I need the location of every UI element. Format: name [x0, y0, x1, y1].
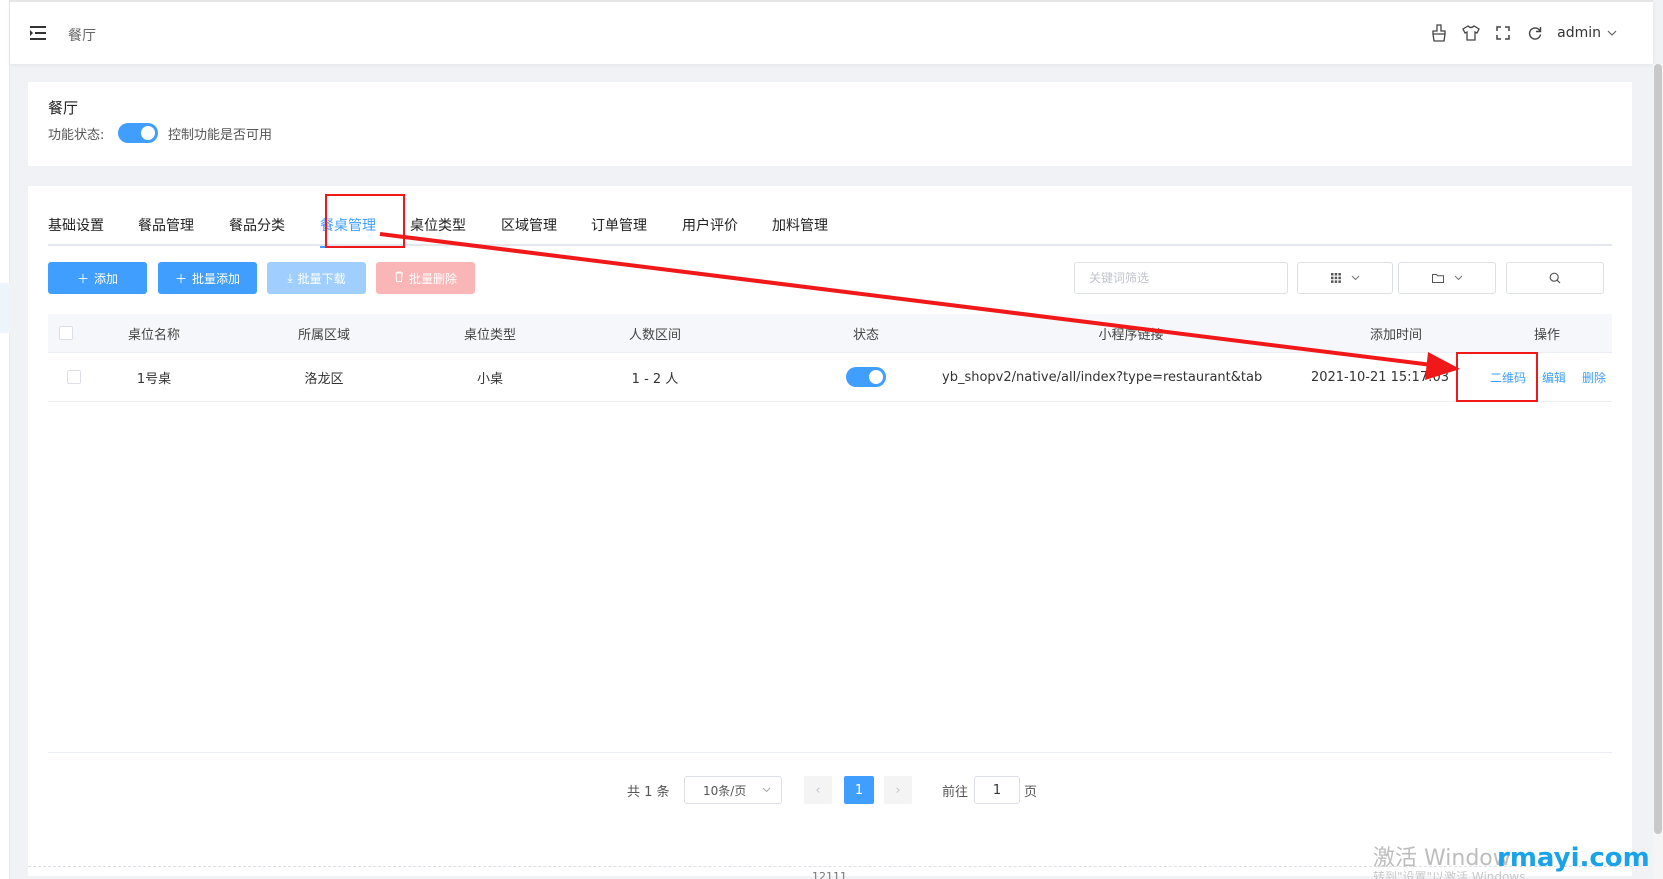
search-button[interactable]: [1506, 262, 1604, 294]
table-row: 1号桌 洛龙区 小桌 1 - 2 人 yb_shopv2/native/all/…: [48, 353, 1612, 402]
trash-icon: [394, 271, 404, 285]
prev-page-button[interactable]: ‹: [804, 776, 832, 804]
column-header: 所属区域: [297, 327, 350, 343]
chevron-down-icon: [1454, 275, 1462, 281]
tab-dish-management[interactable]: 餐品管理: [138, 216, 194, 246]
status-label: 功能状态:: [48, 128, 105, 143]
left-sidebar-edge: [0, 0, 10, 879]
tab-bar: 基础设置 餐品管理 餐品分类 餐桌管理 桌位类型 区域管理 订单管理 用户评价 …: [48, 216, 1612, 248]
site-watermark-logo: rmayi.com: [1497, 843, 1650, 873]
batch-download-button[interactable]: ⤓ 批量下载: [267, 262, 366, 294]
batch-delete-button[interactable]: 批量删除: [376, 262, 475, 294]
search-icon: [1549, 272, 1561, 284]
annotation-box-qrcode: [1456, 352, 1538, 402]
user-menu[interactable]: admin: [1557, 25, 1617, 41]
tab-user-reviews[interactable]: 用户评价: [682, 216, 738, 246]
plus-icon: ＋: [76, 271, 89, 286]
chevron-down-icon: [762, 787, 771, 793]
column-header: 桌位类型: [463, 327, 516, 343]
clear-cache-icon[interactable]: [1429, 22, 1449, 44]
folder-icon: [1431, 274, 1444, 283]
tab-table-type[interactable]: 桌位类型: [410, 216, 466, 246]
batch-add-button[interactable]: ＋批量添加: [158, 262, 257, 294]
header-checkbox-cell: [48, 314, 84, 352]
download-icon: ⤓: [287, 270, 293, 285]
tab-dish-category[interactable]: 餐品分类: [229, 216, 285, 246]
select-all-checkbox[interactable]: [59, 326, 73, 340]
menu-toggle-icon[interactable]: [30, 26, 48, 40]
chevron-down-icon: [1607, 30, 1617, 36]
fullscreen-icon[interactable]: [1493, 22, 1513, 44]
page-number-current[interactable]: 1: [844, 776, 874, 804]
goto-label: 前往: [942, 784, 969, 800]
edit-link[interactable]: 编辑: [1542, 369, 1566, 386]
row-checkbox[interactable]: [67, 370, 81, 384]
footer-text: 12111: [812, 870, 847, 879]
grid-icon: [1330, 273, 1341, 283]
next-page-button[interactable]: ›: [884, 776, 912, 804]
module-card: 餐厅 功能状态: 控制功能是否可用: [28, 82, 1632, 166]
goto-page-input[interactable]: [974, 776, 1020, 804]
column-header: 操作: [1533, 327, 1560, 343]
page-scrollbar-thumb[interactable]: [1654, 64, 1662, 834]
column-header: 状态: [852, 327, 879, 343]
row-status-switch[interactable]: [846, 367, 886, 387]
export-folder-button[interactable]: [1398, 262, 1496, 294]
cell-table-name: 1号桌: [136, 371, 172, 387]
annotation-box-tab: [325, 194, 405, 248]
plus-icon: ＋: [174, 271, 187, 286]
tab-basic-settings[interactable]: 基础设置: [48, 216, 104, 246]
theme-shirt-icon[interactable]: [1461, 22, 1481, 44]
page-title: 餐厅: [68, 28, 96, 44]
cell-mini-program-link: yb_shopv2/native/all/index?type=restaura…: [942, 369, 1262, 385]
keyword-filter-input[interactable]: [1074, 262, 1288, 294]
module-title: 餐厅: [48, 99, 79, 117]
refresh-icon[interactable]: [1525, 22, 1545, 44]
header-tools: admin: [1429, 22, 1617, 44]
page-size-select[interactable]: 10条/页: [684, 776, 782, 804]
top-header: 餐厅 admin: [10, 0, 1653, 64]
chevron-down-icon: [1351, 275, 1359, 281]
cell-people-range: 1 - 2 人: [631, 371, 679, 387]
add-button[interactable]: ＋添加: [48, 262, 147, 294]
column-header: 桌位名称: [127, 327, 180, 343]
table-header: 桌位名称 所属区域 桌位类型 人数区间 状态 小程序链接 添加时间 操作: [48, 314, 1612, 353]
cell-created-time: 2021-10-21 15:17:03: [1310, 369, 1450, 385]
column-header: 添加时间: [1369, 327, 1422, 343]
pagination-total: 共 1 条: [627, 784, 670, 800]
tab-topping-management[interactable]: 加料管理: [772, 216, 828, 246]
column-header: 人数区间: [628, 327, 681, 343]
cell-area: 洛龙区: [304, 371, 344, 387]
tab-order-management[interactable]: 订单管理: [591, 216, 647, 246]
module-status-switch[interactable]: [118, 123, 158, 143]
cell-status: [826, 353, 906, 401]
status-description: 控制功能是否可用: [168, 128, 273, 143]
column-settings-button[interactable]: [1297, 262, 1393, 294]
username: admin: [1557, 25, 1601, 41]
table-footer-divider: [48, 752, 1612, 753]
sidebar-active-marker: [0, 283, 10, 333]
cell-table-type: 小桌: [476, 371, 503, 387]
page-unit-label: 页: [1024, 784, 1038, 800]
tab-area-management[interactable]: 区域管理: [501, 216, 557, 246]
column-header: 小程序链接: [1098, 327, 1164, 343]
delete-link[interactable]: 删除: [1582, 369, 1606, 386]
